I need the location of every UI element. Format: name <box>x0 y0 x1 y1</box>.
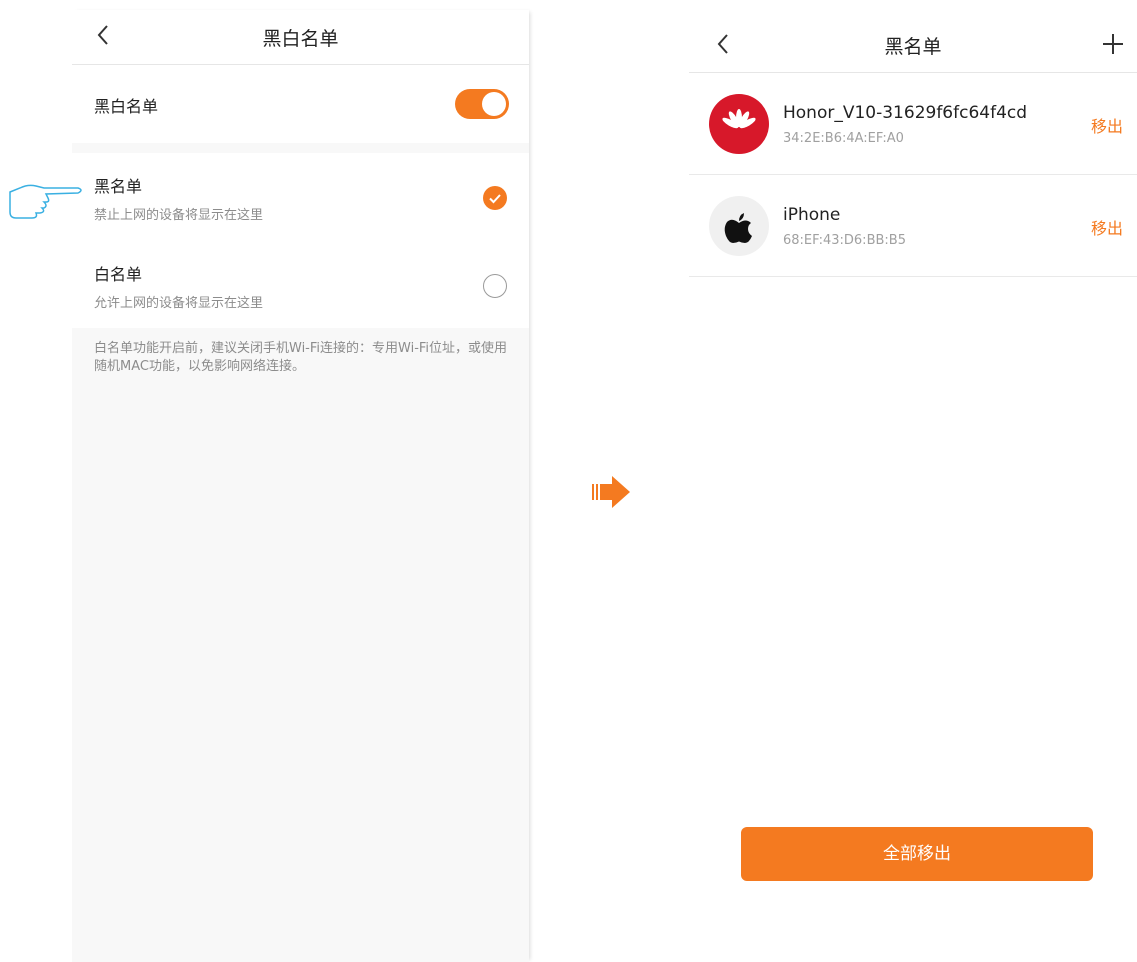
switch-knob <box>482 92 506 116</box>
blackwhite-toggle-row: 黑白名单 <box>72 65 529 143</box>
remove-all-button[interactable]: 全部移出 <box>741 827 1093 881</box>
blacklist-screen: 黑名单 Honor_V10-31629f6fc64f4cd 34:2E:B6:4… <box>689 10 1137 962</box>
toggle-label: 黑白名单 <box>94 97 159 116</box>
check-icon <box>489 194 501 204</box>
blackwhite-switch[interactable] <box>455 89 509 119</box>
top-nav-bar: 黑名单 <box>689 10 1137 73</box>
add-device-button[interactable] <box>1093 24 1133 64</box>
device-mac: 68:EF:43:D6:BB:B5 <box>783 233 906 248</box>
option-title: 黑名单 <box>94 177 143 196</box>
page-title: 黑白名单 <box>262 28 339 50</box>
device-name: iPhone <box>783 205 841 225</box>
device-mac: 34:2E:B6:4A:EF:A0 <box>783 131 904 146</box>
pointing-hand-icon <box>6 178 88 230</box>
blackwhite-list-screen: 黑白名单 黑白名单 黑名单 禁止上网的设备将显示在这里 白名单 允许上网的设备将… <box>72 10 529 962</box>
option-blacklist[interactable]: 黑名单 禁止上网的设备将显示在这里 <box>72 153 529 240</box>
top-nav-bar: 黑白名单 <box>72 10 529 65</box>
right-arrow-icon <box>590 474 632 514</box>
whitelist-note: 白名单功能开启前，建议关闭手机Wi-Fi连接的：专用Wi-Fi位址，或使用随机M… <box>94 341 508 374</box>
page-title: 黑名单 <box>884 36 942 58</box>
option-description: 禁止上网的设备将显示在这里 <box>94 208 264 223</box>
blacklist-radio-checked[interactable] <box>483 186 507 210</box>
plus-icon <box>1103 34 1123 54</box>
device-item: iPhone 68:EF:43:D6:BB:B5 移出 <box>689 175 1137 277</box>
list-mode-options: 黑名单 禁止上网的设备将显示在这里 白名单 允许上网的设备将显示在这里 <box>72 153 529 328</box>
option-description: 允许上网的设备将显示在这里 <box>94 296 264 311</box>
remove-button[interactable]: 移出 <box>1091 113 1123 137</box>
apple-logo-icon <box>709 196 769 256</box>
option-whitelist[interactable]: 白名单 允许上网的设备将显示在这里 <box>72 241 529 328</box>
option-title: 白名单 <box>94 265 143 284</box>
remove-button[interactable]: 移出 <box>1091 215 1123 239</box>
huawei-logo-icon <box>709 94 769 154</box>
whitelist-radio-unchecked[interactable] <box>483 274 507 298</box>
device-item: Honor_V10-31629f6fc64f4cd 34:2E:B6:4A:EF… <box>689 73 1137 175</box>
device-name: Honor_V10-31629f6fc64f4cd <box>783 103 1028 123</box>
